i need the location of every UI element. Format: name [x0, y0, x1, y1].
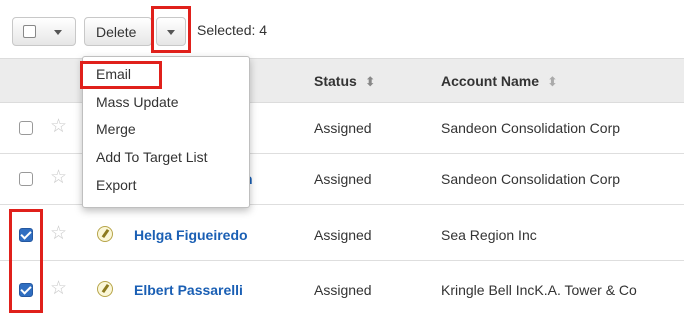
row-checkbox[interactable] [19, 121, 33, 135]
column-header-label: Status [314, 73, 357, 89]
status-cell: Assigned [314, 227, 372, 243]
edit-pencil-icon[interactable] [97, 281, 113, 297]
sort-arrows-icon[interactable]: ⬍ [365, 74, 376, 89]
star-icon[interactable]: ☆ [50, 279, 67, 298]
caret-down-icon [54, 30, 62, 35]
status-cell: Assigned [314, 120, 372, 136]
menu-item-merge[interactable]: Merge [96, 121, 136, 137]
record-name-link[interactable]: Helga Figueiredo [134, 227, 248, 243]
highlight-email-item [80, 61, 162, 89]
sort-arrows-icon[interactable]: ⬍ [547, 74, 558, 89]
status-cell: Assigned [314, 171, 372, 187]
menu-item-mass-update[interactable]: Mass Update [96, 94, 178, 110]
star-icon[interactable]: ☆ [50, 117, 67, 136]
menu-item-add-to-target-list[interactable]: Add To Target List [96, 149, 208, 165]
column-header-status[interactable]: Status ⬍ [314, 73, 376, 90]
highlight-checked-rows [9, 209, 43, 313]
table-row: ☆ Elbert Passarelli Assigned Kringle Bel… [0, 265, 684, 313]
table-row: ☆ Helga Figueiredo Assigned Sea Region I… [0, 210, 684, 261]
select-all-dropdown[interactable] [12, 17, 76, 46]
status-cell: Assigned [314, 282, 372, 298]
account-name-cell[interactable]: Sandeon Consolidation Corp [441, 171, 684, 187]
menu-item-export[interactable]: Export [96, 177, 136, 193]
selected-count: Selected: 4 [197, 22, 268, 38]
star-icon[interactable]: ☆ [50, 168, 67, 187]
row-checkbox[interactable] [19, 172, 33, 186]
column-header-account-name[interactable]: Account Name ⬍ [441, 73, 558, 90]
star-icon[interactable]: ☆ [50, 224, 67, 243]
account-name-cell[interactable]: Sandeon Consolidation Corp [441, 120, 684, 136]
account-name-cell[interactable]: Kringle Bell IncK.A. Tower & Co [441, 282, 684, 298]
account-name-cell[interactable]: Sea Region Inc [441, 227, 684, 243]
record-name-link[interactable]: Elbert Passarelli [134, 282, 243, 298]
highlight-actions-button [151, 6, 191, 53]
delete-button[interactable]: Delete [84, 17, 152, 46]
select-all-checkbox[interactable] [23, 25, 36, 38]
list-toolbar: Delete Selected: 4 [0, 0, 684, 58]
column-header-label: Account Name [441, 73, 540, 89]
delete-button-label: Delete [96, 24, 137, 40]
edit-pencil-icon[interactable] [97, 226, 113, 242]
